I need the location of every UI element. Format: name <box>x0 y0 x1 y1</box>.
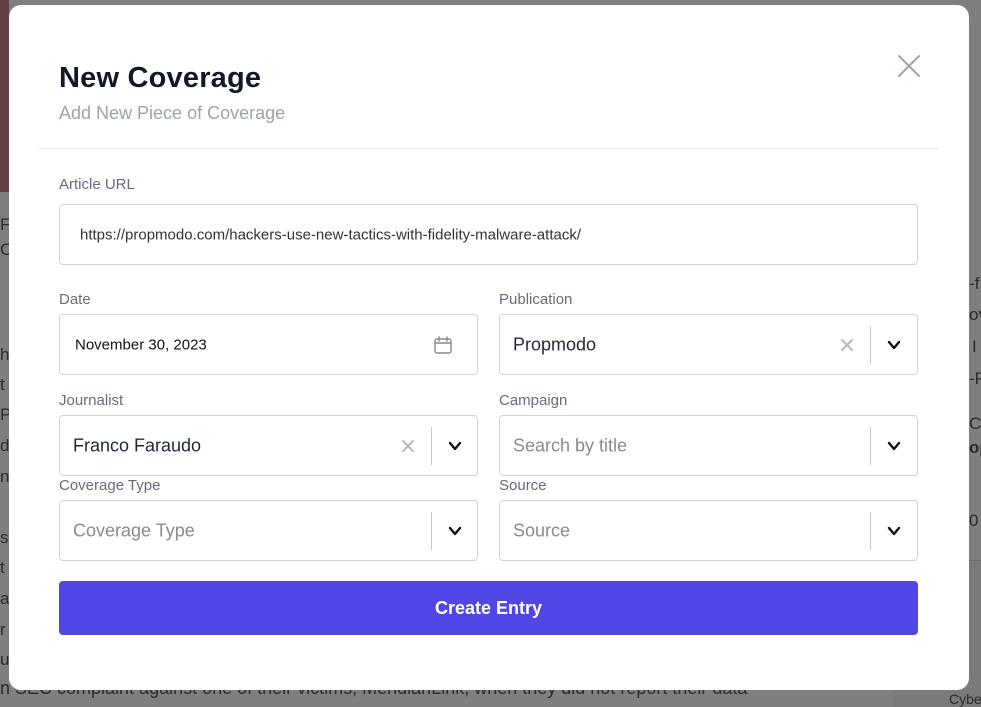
coverage-type-select[interactable]: Coverage Type <box>59 500 478 561</box>
publication-label: Publication <box>499 291 573 308</box>
campaign-placeholder: Search by title <box>513 435 628 455</box>
select-separator <box>870 326 871 364</box>
article-url-label: Article URL <box>59 176 135 193</box>
source-select[interactable]: Source <box>499 500 918 561</box>
source-label: Source <box>499 477 547 494</box>
coverage-type-placeholder: Coverage Type <box>73 520 195 540</box>
chevron-down-icon[interactable] <box>447 438 463 454</box>
date-value: November 30, 2023 <box>75 336 207 353</box>
close-button[interactable] <box>894 51 924 81</box>
coverage-type-label: Coverage Type <box>59 477 161 494</box>
journalist-select[interactable]: Franco Faraudo <box>59 415 478 476</box>
select-separator <box>431 512 432 550</box>
modal-subtitle: Add New Piece of Coverage <box>59 103 286 123</box>
chevron-down-icon[interactable] <box>886 438 902 454</box>
campaign-select[interactable]: Search by title <box>499 415 918 476</box>
article-url-value: https://propmodo.com/hackers-use-new-tac… <box>80 226 581 243</box>
date-input[interactable]: November 30, 2023 <box>59 314 478 375</box>
modal-title: New Coverage <box>59 62 262 94</box>
article-url-input[interactable]: https://propmodo.com/hackers-use-new-tac… <box>59 204 918 265</box>
create-entry-button[interactable]: Create Entry <box>59 581 918 635</box>
select-separator <box>431 427 432 465</box>
new-coverage-modal: New Coverage Add New Piece of Coverage A… <box>9 5 969 690</box>
publication-value: Propmodo <box>513 334 597 354</box>
select-separator <box>870 427 871 465</box>
campaign-label: Campaign <box>499 392 568 409</box>
chevron-down-icon[interactable] <box>886 337 902 353</box>
header-divider <box>39 148 939 149</box>
calendar-icon[interactable] <box>433 335 453 355</box>
close-icon <box>898 55 920 77</box>
clear-icon[interactable] <box>839 337 855 353</box>
journalist-value: Franco Faraudo <box>73 435 202 455</box>
clear-icon[interactable] <box>400 438 416 454</box>
source-placeholder: Source <box>513 520 571 540</box>
chevron-down-icon[interactable] <box>886 523 902 539</box>
select-separator <box>870 512 871 550</box>
publication-select[interactable]: Propmodo <box>499 314 918 375</box>
journalist-label: Journalist <box>59 392 124 409</box>
chevron-down-icon[interactable] <box>447 523 463 539</box>
date-label: Date <box>59 291 91 308</box>
